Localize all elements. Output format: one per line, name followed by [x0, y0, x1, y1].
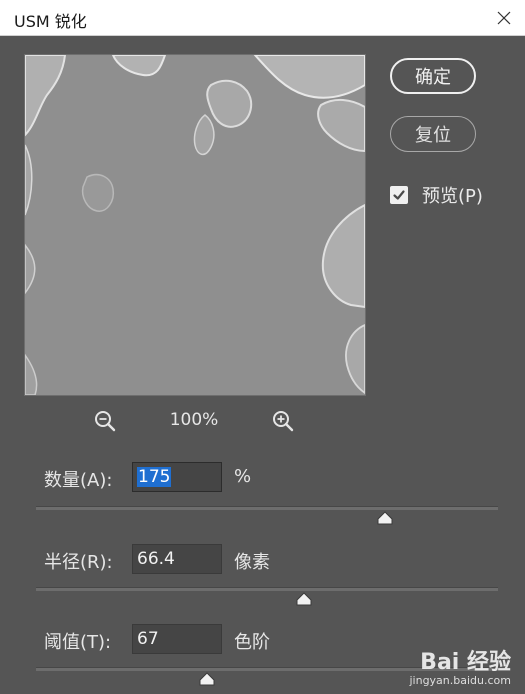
threshold-label: 阈值(T): [44, 632, 112, 653]
amount-input[interactable]: 175 [132, 462, 222, 492]
radius-input[interactable]: 66.4 [132, 544, 222, 574]
amount-slider-thumb[interactable] [376, 510, 394, 525]
watermark-brand: Bai 经验 [420, 650, 511, 675]
preview-checkbox[interactable]: 预览(P) [390, 182, 483, 208]
close-icon [497, 11, 511, 25]
title-bar: USM 锐化 [0, 0, 525, 36]
checkbox-checked-icon[interactable] [390, 186, 408, 204]
amount-slider[interactable] [36, 506, 498, 510]
preview-label: 预览(P) [422, 186, 483, 207]
threshold-unit: 色阶 [234, 632, 270, 653]
watermark-url: jingyan.baidu.com [409, 674, 511, 687]
radius-slider[interactable] [36, 587, 498, 591]
window-title: USM 锐化 [14, 12, 87, 31]
zoom-out-button[interactable] [92, 408, 118, 434]
dialog-body: 100% 确定 复位 预览(P) 数量(A): 175 % 半径(R): 66.… [0, 36, 525, 694]
radius-label: 半径(R): [44, 552, 113, 573]
amount-unit: % [234, 466, 252, 487]
reset-button[interactable]: 复位 [390, 116, 476, 152]
threshold-input[interactable]: 67 [132, 624, 222, 654]
zoom-in-button[interactable] [270, 408, 296, 434]
threshold-slider-thumb[interactable] [198, 671, 216, 686]
amount-label: 数量(A): [44, 470, 113, 491]
zoom-out-icon [95, 411, 116, 432]
radius-unit: 像素 [234, 552, 270, 573]
preview-image[interactable] [24, 54, 366, 396]
baidu-watermark: Bai 经验 jingyan.baidu.com [409, 644, 511, 687]
ok-button[interactable]: 确定 [390, 58, 476, 94]
zoom-in-icon [273, 411, 294, 432]
radius-slider-thumb[interactable] [295, 591, 313, 606]
close-button[interactable] [489, 3, 519, 33]
zoom-level: 100% [169, 410, 219, 430]
amount-value: 175 [137, 467, 172, 487]
